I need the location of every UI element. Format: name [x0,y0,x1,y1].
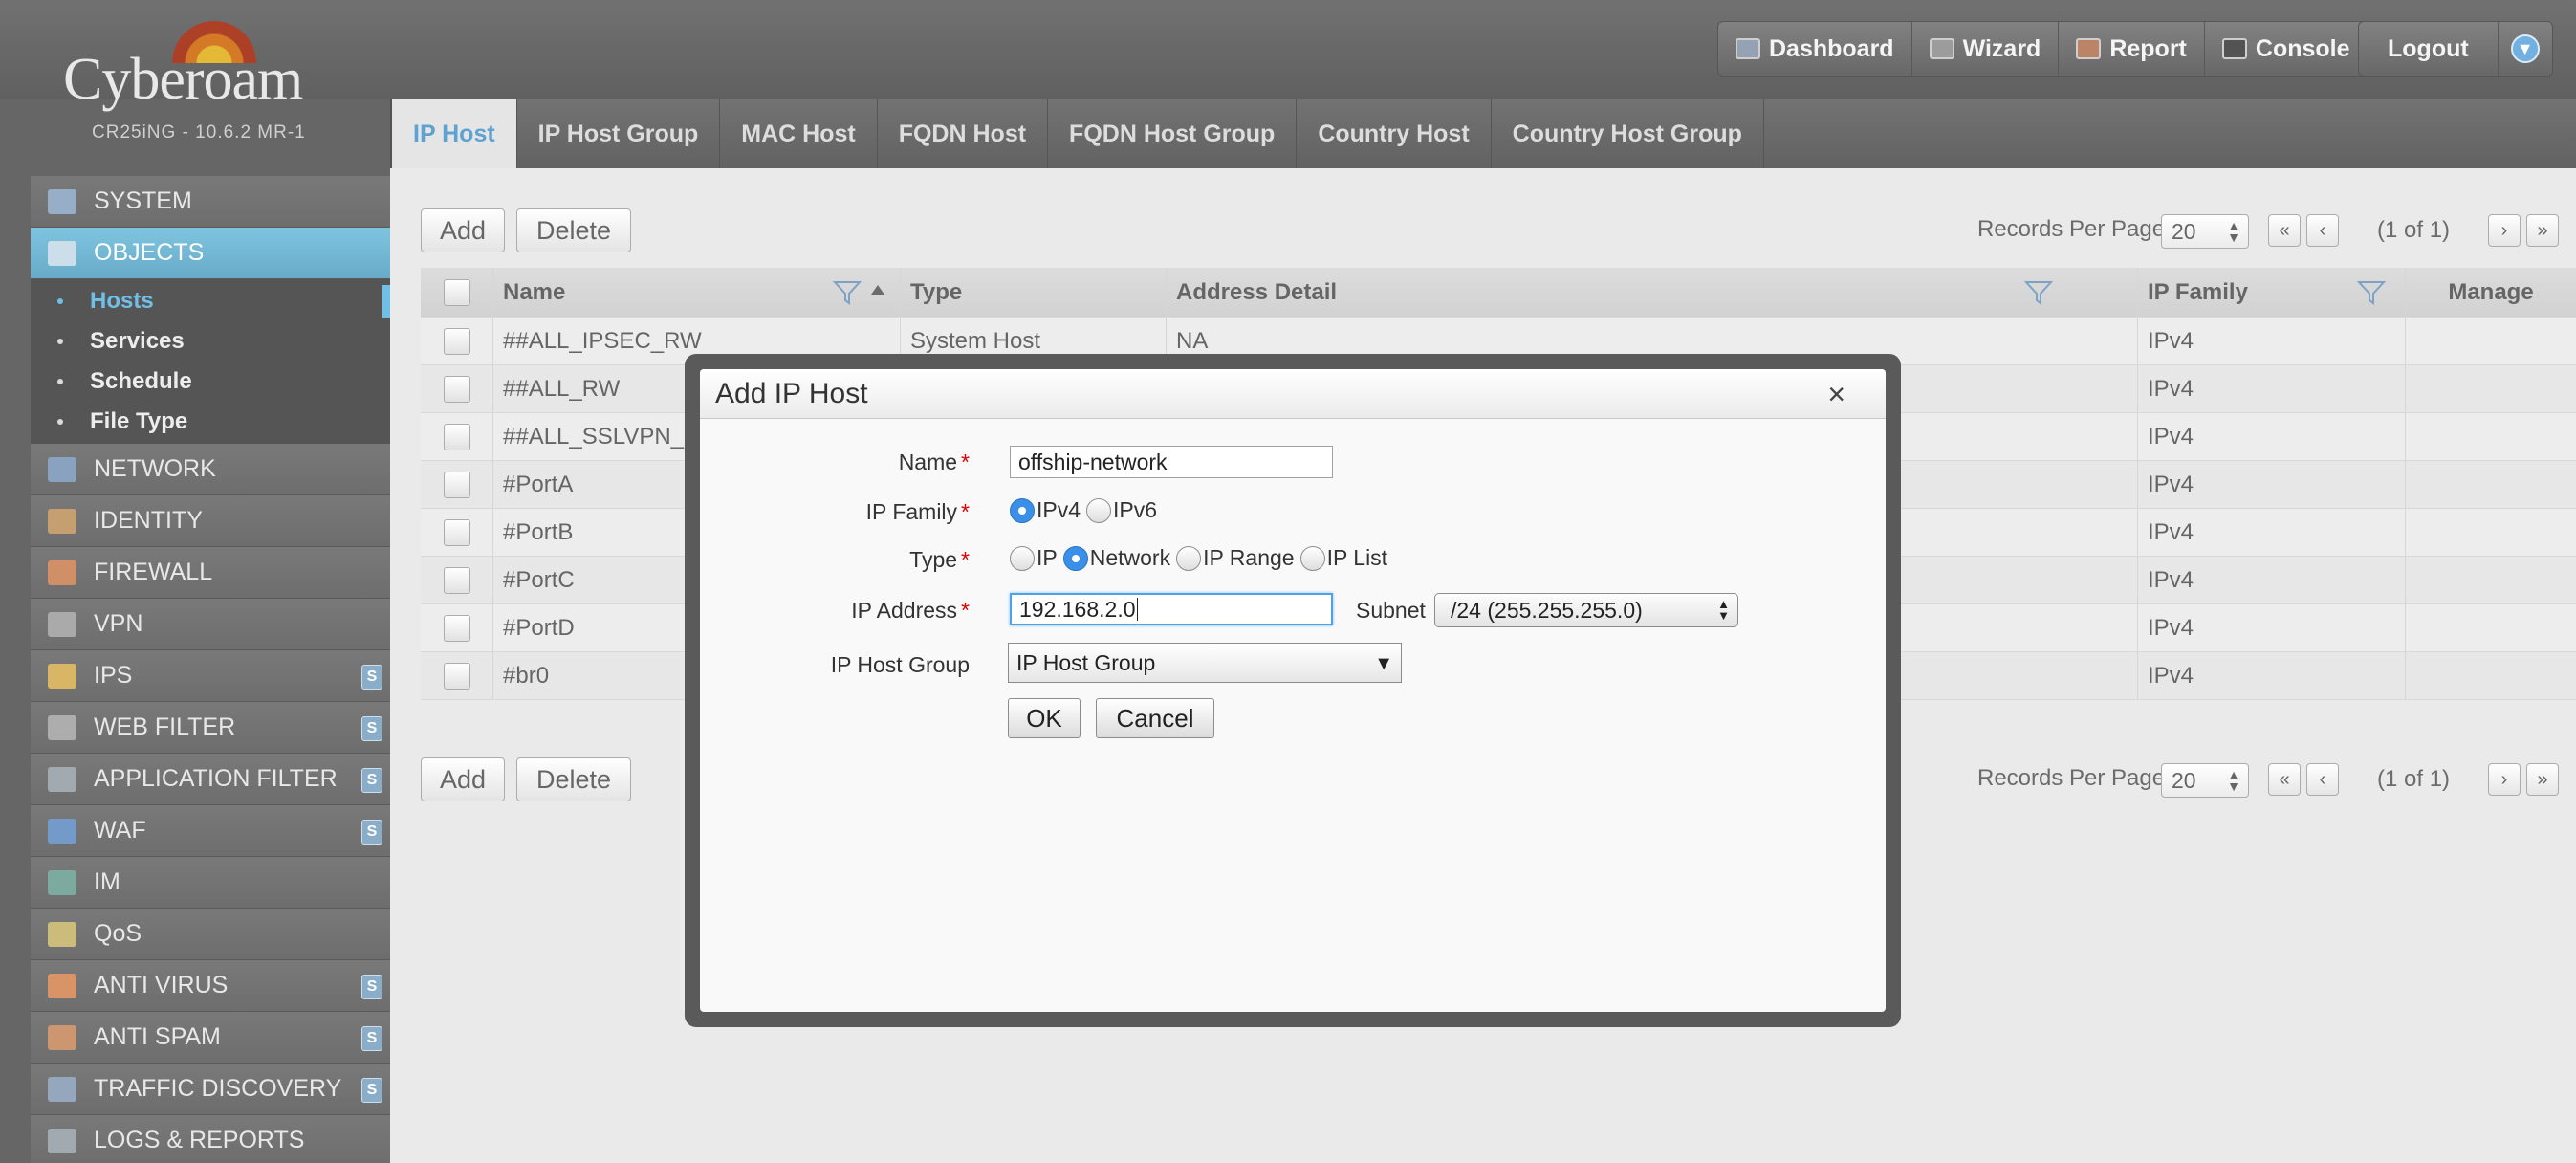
type-ip-list-radio[interactable] [1299,545,1325,571]
firmware-version: CR25iNG - 10.6.2 MR-1 [92,122,306,143]
ipv6-radio-label: IPv6 [1113,497,1158,522]
name-label: Name * [899,450,970,475]
name-label-text: Name [898,450,958,474]
type-label-text: Type [909,547,958,572]
type-ip-list-label: IP List [1326,545,1388,570]
type-network-radio[interactable] [1062,545,1088,571]
required-mark: * [961,547,970,572]
ok-button[interactable]: OK [1008,698,1081,738]
type-ip-range-label: IP Range [1203,545,1295,570]
cyberoam-logo: Cyberoam CR25iNG - 10.6.2 MR-1 [46,17,333,143]
add-ip-host-dialog: Add IP Host × Name * offship-network IP F… [700,369,1886,1012]
type-ip-range-radio[interactable] [1176,545,1202,571]
text-cursor [1136,598,1138,621]
ip-host-group-dropdown[interactable]: IP Host Group ▼ [1008,643,1402,683]
type-network-label: Network [1089,545,1171,570]
ip-address-label: IP Address * [851,598,970,624]
type-label: Type * [909,547,970,573]
ip-address-input[interactable]: 192.168.2.0 [1010,593,1333,625]
ip-address-value: 192.168.2.0 [1019,596,1136,622]
ip-address-label-text: IP Address [851,598,958,623]
ip-family-radio-group: IPv4 IPv6 [1010,497,1163,523]
subnet-select[interactable]: /24 (255.255.255.0) ▲ ▼ [1434,593,1738,627]
required-mark: * [961,598,970,623]
updown-arrow-icon: ▲ ▼ [1717,597,1730,623]
required-mark: * [961,450,970,474]
type-ip-radio[interactable] [1010,545,1035,571]
cancel-button[interactable]: Cancel [1096,698,1214,738]
type-ip-label: IP [1037,545,1058,570]
required-mark: * [961,499,970,524]
ipv4-radio[interactable] [1010,497,1035,523]
name-input[interactable]: offship-network [1010,446,1333,478]
ipv6-radio[interactable] [1086,497,1112,523]
dropdown-arrow-icon: ▼ [1374,653,1393,674]
ipv4-radio-label: IPv4 [1037,497,1081,522]
brand-name: Cyberoam [63,47,303,112]
subnet-label: Subnet [1356,598,1426,623]
close-icon[interactable]: × [1827,377,1845,412]
subnet-value: /24 (255.255.255.0) [1451,597,1643,623]
ip-host-group-value: IP Host Group [1016,649,1156,675]
type-radio-group: IP Network IP Range IP List [1010,545,1393,571]
ip-host-group-label: IP Host Group [830,652,970,677]
ip-family-label-text: IP Family [865,499,958,524]
ip-family-label: IP Family * [866,499,970,525]
dialog-title-bar: Add IP Host × [700,369,1886,419]
dialog-frame: Add IP Host × Name * offship-network IP F… [685,354,1901,1027]
dialog-title: Add IP Host [715,377,868,409]
